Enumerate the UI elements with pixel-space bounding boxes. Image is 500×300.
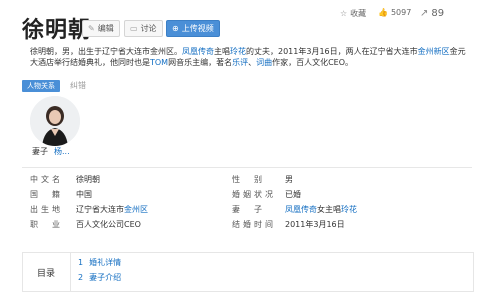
like-count: 5097 [390, 8, 412, 17]
intro-text: 网音乐主编，著名 [168, 58, 233, 67]
intro-text: 徐明朝，男，出生于辽宁省大连市金州区。 [30, 47, 182, 56]
info-row: 国 籍 [30, 187, 63, 202]
avatar[interactable] [30, 96, 80, 146]
info-link[interactable]: 金州区 [124, 205, 148, 214]
toc-item[interactable]: 2 妻子介绍 [78, 272, 121, 283]
toc-item-label: 婚礼详情 [89, 258, 122, 267]
info-value: 男 [285, 175, 293, 184]
intro-text: 的丈夫，2011年3月16日，两人在辽宁省大连市 [246, 47, 418, 56]
upload-video-label: 上传视频 [181, 24, 214, 33]
info-value: 徐明朝 [76, 175, 100, 184]
person-photo [30, 96, 80, 146]
info-link[interactable]: 玲花 [341, 205, 357, 214]
tab-correct[interactable]: 纠错 [70, 80, 86, 91]
intro-link[interactable]: 词曲 [256, 58, 272, 67]
info-key: 性 别 [232, 175, 265, 184]
info-left-values: 徐明朝 中国 辽宁省大连市金州区 百人文化公司CEO [76, 172, 148, 232]
info-row: 职 业 [30, 217, 63, 232]
info-value: 中国 [76, 190, 92, 199]
intro-link[interactable]: 金州新区 [418, 47, 450, 56]
like-button[interactable]: 👍 5097 [378, 8, 411, 17]
tab-relations[interactable]: 人物关系 [22, 80, 60, 92]
intro-link[interactable]: 凤凰传奇 [182, 47, 214, 56]
share-count: 89 [431, 8, 445, 19]
toc-box [70, 252, 474, 292]
info-left: 中文名 国 籍 出生地 职 业 [30, 172, 63, 232]
intro-paragraph: 徐明朝，男，出生于辽宁省大连市金州区。凤凰传奇主唱玲花的丈夫，2011年3月16… [30, 46, 470, 68]
star-icon: ☆ [340, 9, 348, 18]
edit-icon: ✎ [88, 24, 95, 33]
info-row: 中文名 [30, 172, 63, 187]
info-key: 婚姻状况 [232, 190, 276, 199]
divider [22, 167, 472, 168]
discuss-label: 讨论 [140, 24, 157, 33]
info-key: 国 籍 [30, 190, 63, 199]
info-right-values: 男 已婚 凤凰传奇女主唱玲花 2011年3月16日 [285, 172, 357, 232]
info-key: 妻 子 [232, 205, 265, 214]
collect-button[interactable]: ☆ 收藏 [340, 8, 366, 19]
intro-link[interactable]: 乐评 [232, 58, 248, 67]
page-title: 徐明朝 [22, 18, 92, 43]
info-row: 出生地 [30, 202, 63, 217]
toc-number: 2 [78, 273, 84, 282]
relation-name[interactable]: 杨... [54, 146, 70, 157]
thumbs-up-icon: 👍 [378, 8, 388, 17]
info-value: 辽宁省大连市 [76, 205, 124, 214]
intro-link[interactable]: 玲花 [230, 47, 246, 56]
discuss-button[interactable]: ▭ 讨论 [124, 20, 163, 37]
intro-text: 主唱 [214, 47, 230, 56]
intro-text: 、 [248, 58, 257, 67]
info-key: 职 业 [30, 220, 63, 229]
info-key: 出生地 [30, 205, 63, 214]
info-link[interactable]: 凤凰传奇 [285, 205, 317, 214]
toc-item[interactable]: 1 婚礼详情 [78, 257, 121, 268]
toc-item-label: 妻子介绍 [89, 273, 122, 282]
share-button[interactable]: ↗ 89 [420, 8, 444, 19]
comment-icon: ▭ [130, 24, 138, 33]
collect-label: 收藏 [350, 9, 367, 18]
info-key: 中文名 [30, 175, 63, 184]
info-key: 结婚时间 [232, 220, 276, 229]
toc-number: 1 [78, 258, 84, 267]
info-value: 女主唱 [317, 205, 341, 214]
share-icon: ↗ [420, 8, 429, 19]
intro-text: 作家，百人文化CEO。 [272, 58, 354, 67]
upload-video-button[interactable]: ⊕ 上传视频 [166, 20, 220, 37]
relation-item[interactable]: 妻子 杨... [32, 146, 70, 157]
edit-button[interactable]: ✎ 编辑 [82, 20, 120, 37]
plus-icon: ⊕ [172, 24, 179, 33]
info-value: 已婚 [285, 190, 301, 199]
info-value: 2011年3月16日 [285, 220, 345, 229]
info-right: 性 别 婚姻状况 妻 子 结婚时间 [232, 172, 276, 232]
edit-label: 编辑 [97, 24, 114, 33]
info-value: 百人文化公司CEO [76, 220, 141, 229]
intro-link[interactable]: TOM [150, 58, 168, 67]
relation-role: 妻子 [32, 147, 48, 156]
